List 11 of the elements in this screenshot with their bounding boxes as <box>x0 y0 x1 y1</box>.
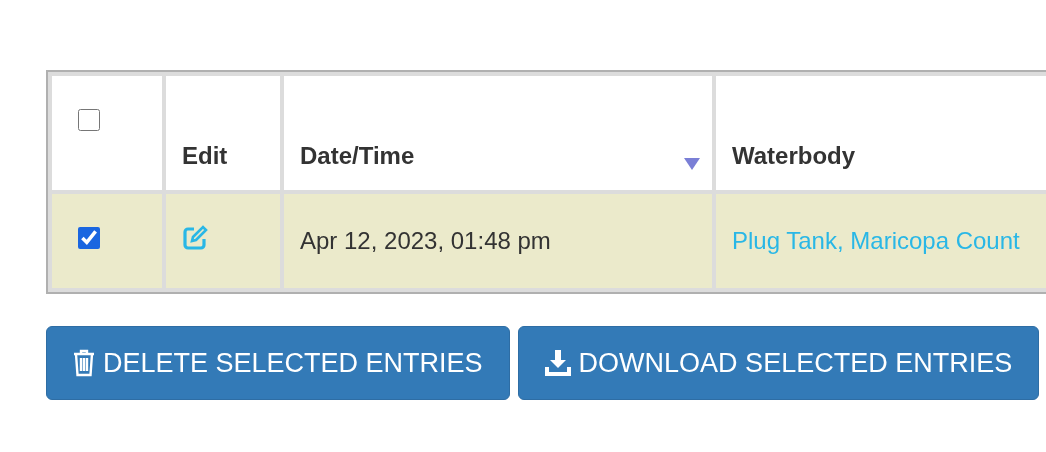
column-header[interactable]: Date/Time <box>300 142 415 169</box>
date-time-cell: Apr 12, 2023, 01:48 pm <box>300 227 551 254</box>
delete-button[interactable]: DELETE SELECTED ENTRIES <box>46 326 510 400</box>
download-button[interactable]: DOWNLOAD SELECTED ENTRIES <box>517 326 1040 400</box>
select-all-checkbox[interactable] <box>78 109 100 131</box>
trash-icon <box>73 349 95 377</box>
column-header[interactable]: Waterbody <box>732 142 856 169</box>
sort-descending-icon[interactable] <box>684 158 700 170</box>
column-header[interactable]: Edit <box>182 142 228 169</box>
row-checkbox[interactable] <box>78 227 100 249</box>
download-icon <box>544 350 571 376</box>
